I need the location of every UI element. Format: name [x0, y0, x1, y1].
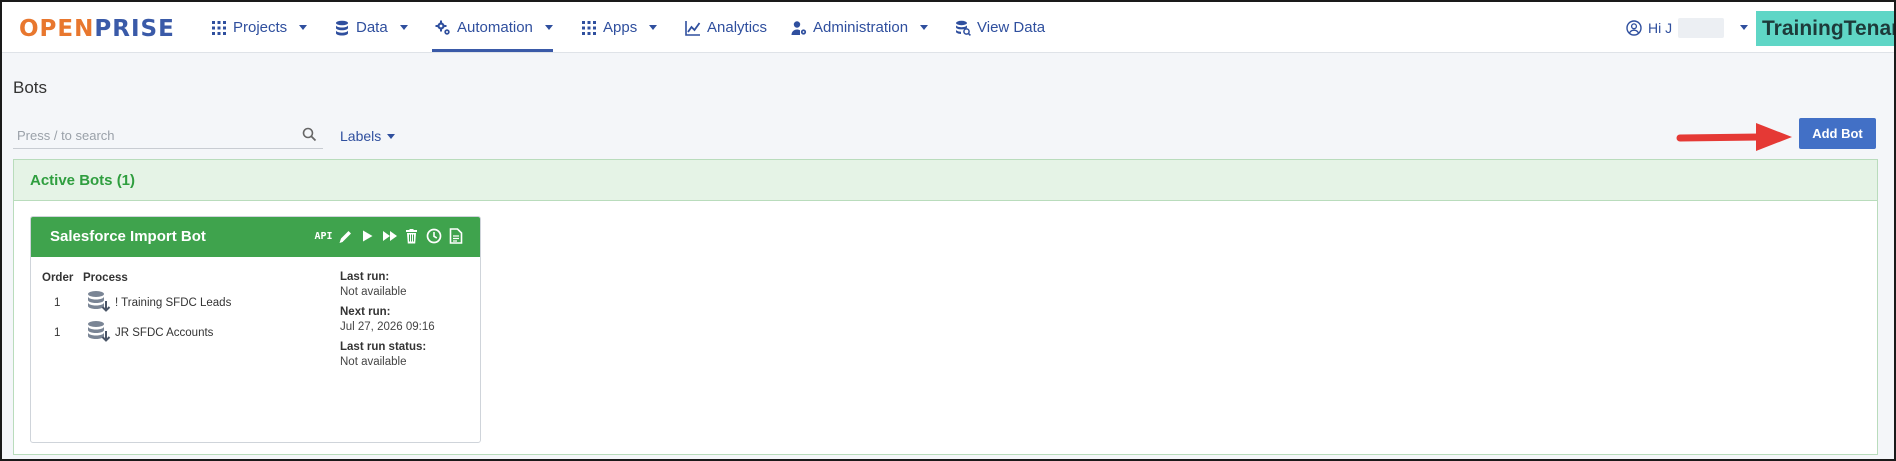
database-import-icon: [88, 321, 111, 342]
database-import-icon: [88, 291, 111, 312]
bot-name[interactable]: Salesforce Import Bot: [50, 228, 206, 245]
logo-open-text: OPEN: [19, 16, 95, 42]
bot-card: Salesforce Import Bot API Order Process …: [30, 216, 481, 443]
next-run-value: Jul 27, 2026 09:16: [340, 321, 435, 333]
grid-icon: [582, 20, 596, 35]
chevron-down-icon: [544, 25, 553, 30]
tenant-badge[interactable]: TrainingTenant: [1756, 11, 1894, 46]
nav-automation[interactable]: Automation: [435, 2, 553, 53]
process-link[interactable]: JR SFDC Accounts: [115, 327, 213, 339]
chevron-down-icon: [399, 25, 408, 30]
api-button[interactable]: API: [314, 227, 332, 245]
nav-view-data-label: View Data: [977, 19, 1046, 36]
nav-active-indicator: [432, 49, 553, 52]
user-menu[interactable]: Hi J: [1626, 2, 1749, 53]
trash-icon[interactable]: [403, 227, 420, 245]
database-search-icon: [956, 20, 971, 36]
chevron-down-icon: [649, 25, 658, 30]
process-row: 1 ! Training SFDC Leads: [31, 290, 331, 316]
nav-analytics-label: Analytics: [707, 19, 768, 36]
nav-administration[interactable]: Administration: [791, 2, 929, 53]
document-icon[interactable]: [447, 227, 464, 245]
process-order: 1: [54, 297, 61, 309]
bot-card-header: Salesforce Import Bot API: [31, 217, 480, 257]
next-run-label: Next run:: [340, 306, 391, 318]
chart-line-icon: [685, 20, 701, 36]
nav-view-data[interactable]: View Data: [955, 2, 1045, 53]
chevron-down-icon: [299, 25, 308, 30]
nav-apps[interactable]: Apps: [581, 2, 658, 53]
active-bots-header[interactable]: Active Bots (1): [14, 160, 1877, 201]
nav-projects-label: Projects: [233, 19, 288, 36]
fast-forward-icon[interactable]: [381, 227, 398, 245]
search-input[interactable]: [13, 127, 293, 143]
edit-icon[interactable]: [337, 227, 354, 245]
database-icon: [336, 20, 348, 35]
bot-actions: API: [314, 227, 464, 245]
nav-automation-label: Automation: [457, 19, 533, 36]
user-cog-icon: [791, 20, 807, 35]
nav-projects[interactable]: Projects: [211, 2, 308, 53]
order-column-header: Order: [42, 272, 74, 284]
last-run-status-value: Not available: [340, 356, 407, 368]
last-run-label: Last run:: [340, 271, 390, 283]
nav-analytics[interactable]: Analytics: [685, 2, 767, 53]
process-column-header: Process: [83, 272, 128, 284]
process-link[interactable]: ! Training SFDC Leads: [115, 297, 231, 309]
labels-dropdown-label: Labels: [340, 128, 382, 144]
nav-data[interactable]: Data: [334, 2, 408, 53]
openprise-logo[interactable]: OPENPRISE: [19, 16, 175, 42]
search-box[interactable]: [13, 122, 323, 149]
process-order: 1: [54, 327, 61, 339]
chevron-down-icon: [1740, 25, 1749, 30]
last-run-status-label: Last run status:: [340, 341, 427, 353]
clock-icon[interactable]: [425, 227, 442, 245]
labels-dropdown[interactable]: Labels: [340, 128, 396, 144]
active-bots-panel: Active Bots (1) Salesforce Import Bot AP…: [13, 159, 1878, 455]
nav-data-label: Data: [356, 19, 388, 36]
search-icon[interactable]: [302, 127, 317, 142]
top-nav: OPENPRISE Projects Data Automation Apps …: [2, 2, 1894, 53]
play-icon[interactable]: [359, 227, 376, 245]
add-bot-button[interactable]: Add Bot: [1799, 118, 1876, 149]
bot-run-info: Last run: Not available Next run: Jul 27…: [340, 270, 475, 375]
user-circle-icon: [1626, 19, 1642, 36]
chevron-down-icon: [920, 25, 929, 30]
user-greeting: Hi J: [1648, 19, 1673, 36]
nav-administration-label: Administration: [813, 19, 909, 36]
cogs-icon: [435, 20, 450, 35]
nav-apps-label: Apps: [603, 19, 638, 36]
annotation-arrow-icon: [1676, 123, 1792, 151]
process-row: 1 JR SFDC Accounts: [31, 320, 331, 346]
redacted-username: [1678, 17, 1725, 38]
logo-prise-text: PRISE: [94, 16, 175, 42]
grid-icon: [212, 20, 226, 35]
chevron-down-icon: [387, 133, 396, 139]
last-run-value: Not available: [340, 286, 407, 298]
page-title: Bots: [13, 78, 48, 97]
